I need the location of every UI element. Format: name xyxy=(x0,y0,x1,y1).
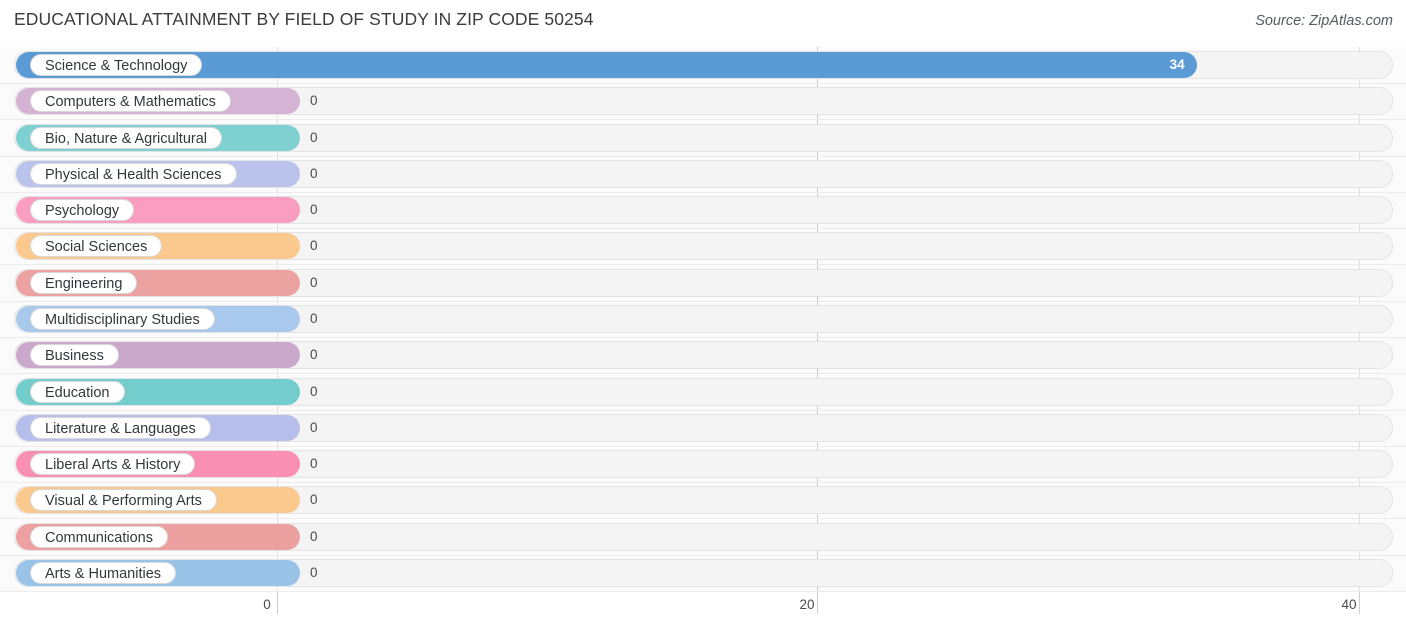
tick-label-20: 20 xyxy=(799,597,815,612)
category-label: Communications xyxy=(30,525,168,548)
table-row[interactable]: 0 Psychology xyxy=(0,193,1406,230)
bar-value-label: 0 xyxy=(310,383,318,399)
category-label: Visual & Performing Arts xyxy=(30,489,217,512)
category-label: Physical & Health Sciences xyxy=(30,162,237,185)
table-row[interactable]: 0 Social Sciences xyxy=(0,229,1406,266)
tick-mark-0 xyxy=(277,592,278,614)
page-title: EDUCATIONAL ATTAINMENT BY FIELD OF STUDY… xyxy=(14,9,594,29)
category-label: Liberal Arts & History xyxy=(30,453,196,476)
table-row[interactable]: 0 Physical & Health Sciences xyxy=(0,157,1406,193)
table-row[interactable]: 0 Business xyxy=(0,338,1406,375)
chart-header: EDUCATIONAL ATTAINMENT BY FIELD OF STUDY… xyxy=(0,0,1406,47)
category-label: Science & Technology xyxy=(30,54,203,76)
category-label: Computers & Mathematics xyxy=(30,90,231,113)
table-row[interactable]: 0 Communications xyxy=(0,520,1406,556)
bar-value-label: 0 xyxy=(310,528,318,544)
category-label: Literature & Languages xyxy=(30,416,211,439)
bar-value-label: 0 xyxy=(310,274,318,290)
table-row[interactable]: 34 Science & Technology xyxy=(0,48,1406,84)
tick-mark-20 xyxy=(817,592,818,614)
category-label: Education xyxy=(30,380,125,403)
category-label: Business xyxy=(30,344,119,367)
category-label: Arts & Humanities xyxy=(30,561,177,584)
tick-label-40: 40 xyxy=(1341,597,1357,612)
bar-value-label: 0 xyxy=(310,238,318,254)
bar-value-label: 0 xyxy=(310,202,318,218)
table-row[interactable]: 0 Education xyxy=(0,375,1406,411)
category-label: Engineering xyxy=(30,271,138,294)
bar-value-label: 0 xyxy=(310,347,318,363)
category-label: Social Sciences xyxy=(30,235,163,258)
source-attribution: Source: ZipAtlas.com xyxy=(1255,13,1393,29)
bar-value-label: 0 xyxy=(310,456,318,472)
category-label: Psychology xyxy=(30,199,135,222)
table-row[interactable]: 0 Literature & Languages xyxy=(0,411,1406,447)
table-row[interactable]: 0 Visual & Performing Arts xyxy=(0,483,1406,520)
x-axis: 0 20 40 xyxy=(0,592,1406,631)
table-row[interactable]: 0 Arts & Humanities xyxy=(0,556,1406,592)
bar-value-label: 0 xyxy=(310,564,318,580)
tick-mark-40 xyxy=(1359,592,1360,614)
bar-value-label: 0 xyxy=(310,492,318,508)
chart-plot-area: 34 Science & Technology 0 Computers & Mathe… xyxy=(0,47,1406,592)
bar-value-label: 0 xyxy=(310,165,318,181)
table-row[interactable]: 0 Engineering xyxy=(0,266,1406,302)
table-row[interactable]: 0 Bio, Nature & Agricultural xyxy=(0,121,1406,157)
category-label: Bio, Nature & Agricultural xyxy=(30,126,222,149)
table-row[interactable]: 0 Computers & Mathematics xyxy=(0,84,1406,121)
table-row[interactable]: 0 Liberal Arts & History xyxy=(0,447,1406,484)
category-label: Multidisciplinary Studies xyxy=(30,307,215,330)
bar-value-label: 0 xyxy=(310,419,318,435)
bar-value-label: 0 xyxy=(310,310,318,326)
bar-value-label: 0 xyxy=(310,93,318,109)
table-row[interactable]: 0 Multidisciplinary Studies xyxy=(0,302,1406,338)
bar-value-label: 0 xyxy=(310,129,318,145)
tick-label-0: 0 xyxy=(263,597,271,612)
bar-value-label: 34 xyxy=(1169,57,1185,72)
